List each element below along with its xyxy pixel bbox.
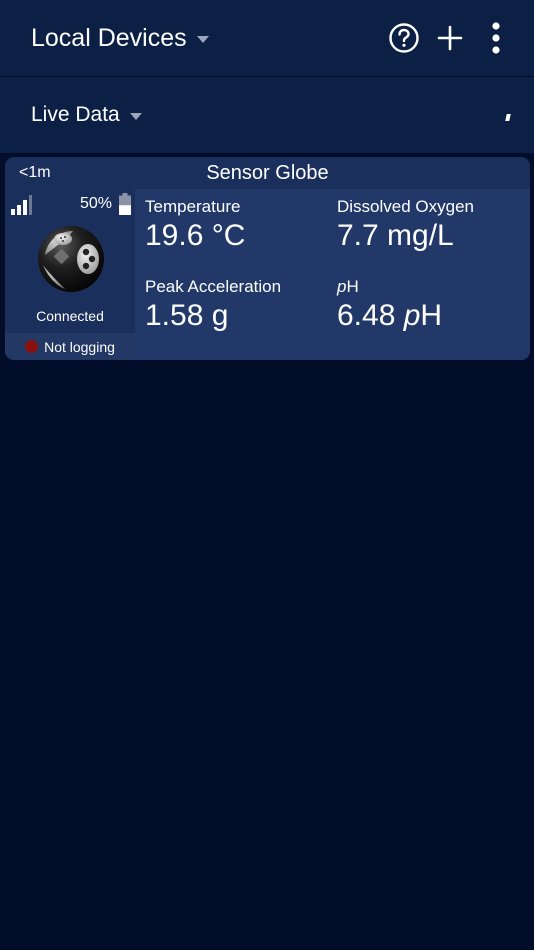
device-card[interactable]: <1m Sensor Globe 50% Connected Not loggi… <box>5 157 530 360</box>
reading-value-number: 6.48 <box>337 299 404 332</box>
chevron-down-icon <box>129 112 142 120</box>
logging-status-label: Not logging <box>44 338 115 355</box>
reading-value: 6.48 pH <box>337 299 442 333</box>
signal-strength-icon <box>11 195 32 215</box>
reading-ph: pH 6.48 pH <box>337 277 442 333</box>
device-source-dropdown[interactable]: Local Devices <box>31 20 209 56</box>
device-name: Sensor Globe <box>206 162 329 184</box>
more-vertical-icon <box>492 22 500 54</box>
reading-peak-acceleration: Peak Acceleration 1.58 g <box>145 277 281 333</box>
help-icon <box>389 23 419 53</box>
help-button[interactable] <box>386 20 422 56</box>
reading-dissolved-oxygen: Dissolved Oxygen 7.7 mg/L <box>337 197 474 253</box>
logging-indicator-icon <box>25 340 39 353</box>
connection-status: Connected <box>36 308 104 324</box>
reading-temperature: Temperature 19.6 °C <box>145 197 245 253</box>
add-device-button[interactable] <box>432 20 468 56</box>
battery-percent: 50% <box>80 195 113 212</box>
more-menu-button[interactable] <box>478 20 514 56</box>
reading-label: Dissolved Oxygen <box>337 197 475 216</box>
add-icon <box>437 25 463 51</box>
device-card-header: <1m Sensor Globe <box>5 157 530 189</box>
view-mode-dropdown[interactable]: Live Data <box>31 99 142 131</box>
reading-unit-italic: p <box>403 299 421 332</box>
view-bar: Live Data <box>0 77 534 153</box>
device-status-panel: 50% Connected Not logging <box>5 189 135 360</box>
readings-panel: Temperature 19.6 °C Dissolved Oxygen 7.7… <box>135 189 530 360</box>
app-bar: Local Devices <box>0 0 534 76</box>
reading-label-rest: H <box>346 277 359 296</box>
reading-value: 1.58 g <box>145 299 229 332</box>
chevron-down-icon <box>196 35 209 43</box>
reading-unit-rest: H <box>420 299 443 332</box>
reading-label: Peak Acceleration <box>145 277 282 296</box>
sensor-globe-image <box>38 226 104 292</box>
reading-value: 19.6 °C <box>145 219 246 252</box>
battery-icon <box>119 193 131 215</box>
logging-status: Not logging <box>5 333 135 360</box>
reading-label: pH <box>337 277 442 297</box>
view-mode-label: Live Data <box>31 103 120 126</box>
reading-value: 7.7 mg/L <box>337 219 454 252</box>
app-bar-title: Local Devices <box>31 24 187 52</box>
reading-label: Temperature <box>145 197 241 216</box>
